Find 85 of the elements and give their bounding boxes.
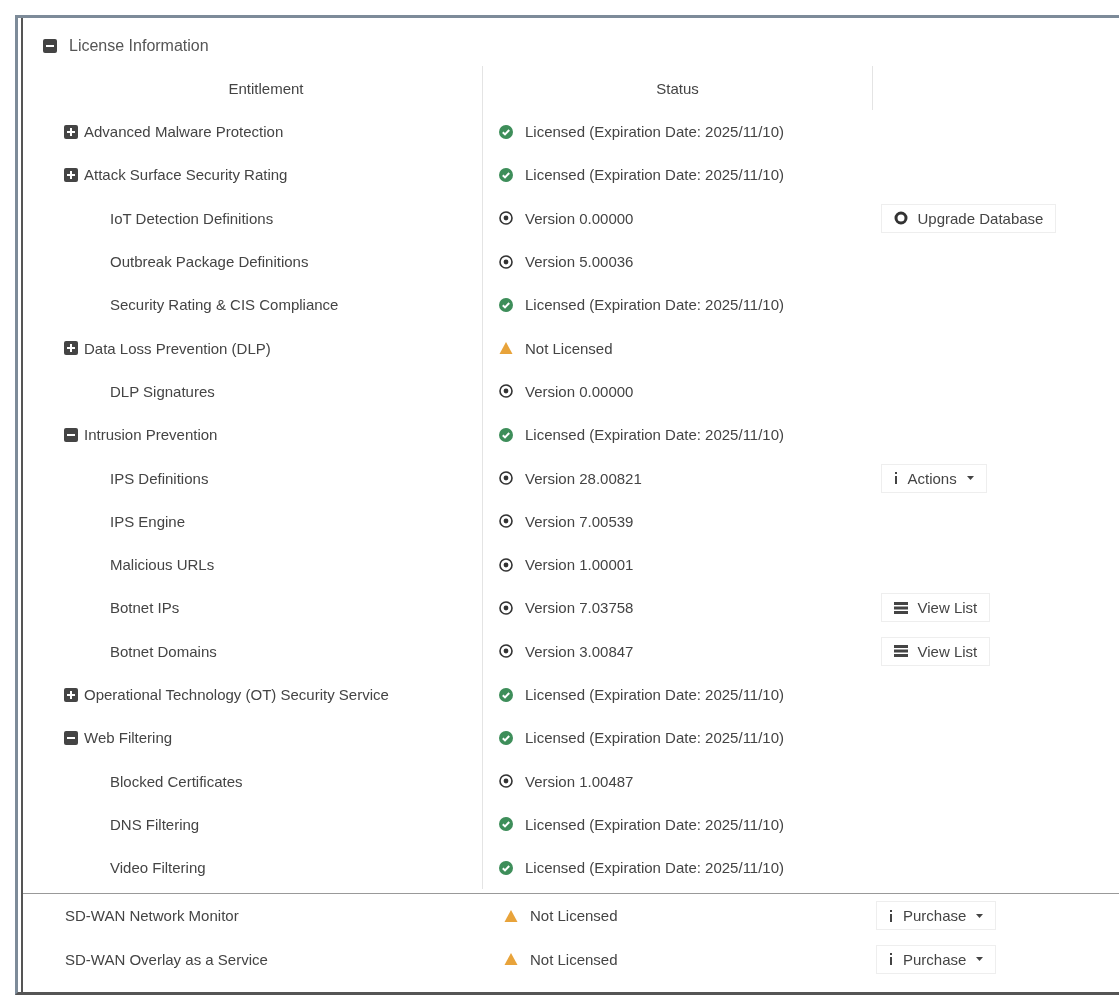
status-text: Version 7.00539 xyxy=(525,512,634,530)
status-text: Version 28.00821 xyxy=(525,469,642,487)
collapse-icon[interactable] xyxy=(43,39,57,53)
radio-dot-icon xyxy=(499,600,513,615)
view-list-button[interactable]: View List xyxy=(880,593,991,623)
entitlement-name: SD-WAN Network Monitor xyxy=(65,907,239,925)
caret-icon xyxy=(976,957,984,962)
expand-icon[interactable] xyxy=(64,341,78,356)
dropdown-button[interactable]: Purchase xyxy=(876,901,997,931)
circle-icon xyxy=(893,211,908,226)
entitlement-name: DLP Signatures xyxy=(110,382,215,400)
entitlement-name: Video Filtering xyxy=(110,859,206,877)
entitlement-name: Malicious URLs xyxy=(110,556,215,574)
warning-icon xyxy=(499,341,513,356)
status-text: Version 3.00847 xyxy=(525,642,634,660)
status-text: Version 1.00001 xyxy=(525,556,634,574)
entitlement-name: Operational Technology (OT) Security Service xyxy=(84,686,389,703)
entitlement-name: Blocked Certificates xyxy=(110,772,243,790)
check-circle-icon xyxy=(499,860,513,875)
collapse-icon[interactable] xyxy=(64,730,78,745)
entitlement-name: Data Loss Prevention (DLP) xyxy=(84,339,271,357)
status-text: Licensed (Expiration Date: 2025/11/10) xyxy=(525,426,785,444)
check-circle-icon xyxy=(499,167,513,182)
entitlement-name: Web Filtering xyxy=(84,729,173,747)
status-text: Licensed (Expiration Date: 2025/11/10) xyxy=(525,815,785,833)
status-text: Version 5.00036 xyxy=(525,253,634,271)
entitlement-name: Botnet Domains xyxy=(110,642,217,660)
entitlement-name: Outbreak Package Definitions xyxy=(110,253,309,271)
entitlement-name: Attack Surface Security Rating xyxy=(84,166,288,184)
entitlement-name: SD-WAN Overlay as a Service xyxy=(65,950,268,968)
radio-dot-icon xyxy=(499,471,513,485)
dropdown-button[interactable]: Actions xyxy=(880,463,987,493)
warning-icon xyxy=(504,909,518,923)
info-icon xyxy=(893,471,898,485)
entitlement-name: Botnet IPs xyxy=(110,599,180,617)
radio-dot-icon xyxy=(499,514,513,529)
list-icon xyxy=(893,644,908,659)
check-circle-icon xyxy=(499,687,513,702)
check-circle-icon xyxy=(499,427,513,442)
entitlement-name: Security Rating & CIS Compliance xyxy=(110,296,339,314)
expand-icon[interactable] xyxy=(64,687,78,702)
radio-dot-icon xyxy=(499,644,513,659)
column-header: Status xyxy=(482,66,873,110)
expand-icon[interactable] xyxy=(64,124,78,139)
radio-dot-icon xyxy=(499,211,513,226)
status-text: Not Licensed xyxy=(530,907,618,925)
status-text: Licensed (Expiration Date: 2025/11/10) xyxy=(525,296,785,314)
status-text: Version 1.00487 xyxy=(525,772,634,790)
entitlement-name: IPS Engine xyxy=(110,512,186,530)
status-text: Not Licensed xyxy=(525,339,613,357)
info-icon xyxy=(889,952,893,967)
section-title: License Information xyxy=(69,37,209,55)
expand-icon[interactable] xyxy=(64,167,78,182)
status-text: Licensed (Expiration Date: 2025/11/10) xyxy=(525,166,785,184)
check-circle-icon xyxy=(499,297,513,312)
view-list-button[interactable]: View List xyxy=(880,636,991,666)
upgrade-database-button[interactable]: Upgrade Database xyxy=(880,203,1057,233)
list-icon xyxy=(893,600,908,615)
radio-dot-icon xyxy=(499,557,513,572)
status-text: Licensed (Expiration Date: 2025/11/10) xyxy=(525,729,785,747)
radio-dot-icon xyxy=(499,774,513,789)
status-text: Version 7.03758 xyxy=(525,599,634,617)
info-icon xyxy=(889,909,893,923)
radio-dot-icon xyxy=(499,384,513,399)
caret-icon xyxy=(966,476,974,480)
status-text: Licensed (Expiration Date: 2025/11/10) xyxy=(525,859,785,877)
status-text: Version 0.00000 xyxy=(525,209,634,227)
entitlement-name: Advanced Malware Protection xyxy=(84,123,284,141)
status-text: Version 0.00000 xyxy=(525,382,634,400)
warning-icon xyxy=(504,952,518,967)
status-text: Licensed (Expiration Date: 2025/11/10) xyxy=(525,686,785,703)
check-circle-icon xyxy=(499,124,513,139)
dropdown-button[interactable]: Purchase xyxy=(876,944,997,974)
collapse-icon[interactable] xyxy=(64,427,78,442)
entitlement-name: IoT Detection Definitions xyxy=(110,209,274,227)
status-text: Licensed (Expiration Date: 2025/11/10) xyxy=(525,123,785,141)
status-text: Not Licensed xyxy=(530,950,618,968)
caret-icon xyxy=(976,914,984,918)
entitlement-name: DNS Filtering xyxy=(110,815,200,833)
entitlement-name: Intrusion Prevention xyxy=(84,426,218,444)
entitlement-name: IPS Definitions xyxy=(110,469,209,487)
check-circle-icon xyxy=(499,817,513,832)
check-circle-icon xyxy=(499,730,513,745)
column-header: Entitlement xyxy=(50,66,483,110)
radio-dot-icon xyxy=(499,254,513,269)
